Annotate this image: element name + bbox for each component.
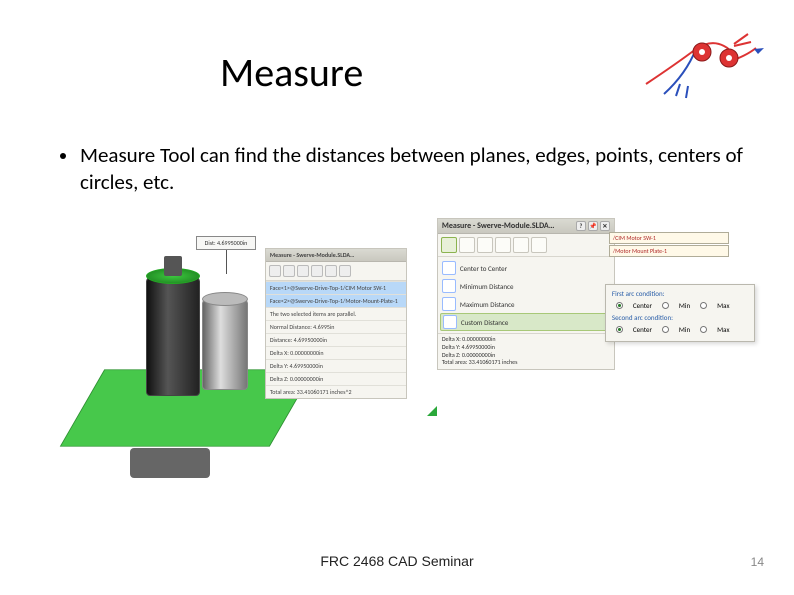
measure-panel-left: Measure - Swerve-Module.SLDA… Face<1>@Sw…: [265, 248, 407, 399]
bullet-text: Measure Tool can find the distances betw…: [80, 142, 744, 197]
close-icon[interactable]: ✕: [600, 221, 610, 231]
corner-mark-icon: [427, 406, 437, 416]
measure-panel-right: Measure - Swerve-Module.SLDA… ? 📌 ✕: [437, 218, 615, 370]
motor-1-cap: [164, 256, 182, 276]
distance-callout: Dist: 4.6995000in: [196, 236, 256, 250]
panel2-title-bar: Measure - Swerve-Module.SLDA… ? 📌 ✕: [438, 219, 614, 234]
radio-min-1[interactable]: [662, 302, 669, 309]
tool-icon[interactable]: [325, 265, 337, 277]
first-arc-radios: Center Min Max: [612, 300, 748, 313]
projected-button[interactable]: [495, 237, 511, 253]
second-arc-radios: Center Min Max: [612, 324, 748, 337]
radio-center-1[interactable]: [616, 302, 623, 309]
page-title: Measure: [220, 48, 363, 97]
menu-label: Minimum Distance: [460, 282, 514, 291]
panel-title-bar: Measure - Swerve-Module.SLDA…: [266, 249, 406, 262]
motor-2-top: [202, 292, 248, 306]
delta-z: Delta Z: 0.00000000in: [266, 372, 406, 385]
menu-maximum-distance[interactable]: Maximum Distance: [438, 295, 614, 313]
first-arc-heading: First arc condition:: [612, 289, 748, 298]
selection-fields: /CIM Motor SW-1 /Motor Mount Plate-1: [609, 232, 729, 258]
figure-left: Dist: 4.6995000in Measure - Swerve-Modul…: [70, 218, 407, 478]
bullet-dot-icon: [60, 153, 66, 159]
callout-leader: [226, 248, 227, 274]
selection-field-2[interactable]: /Motor Mount Plate-1: [609, 245, 729, 257]
tool-icon[interactable]: [283, 265, 295, 277]
normal-distance: Normal Distance: 4.6995in: [266, 320, 406, 333]
menu-custom-distance[interactable]: Custom Distance: [440, 313, 612, 331]
delta-readout: Delta X: 0.00000000in Delta Y: 4.6995000…: [438, 333, 614, 369]
bullet-item: Measure Tool can find the distances betw…: [60, 142, 744, 197]
radio-max-1[interactable]: [700, 302, 707, 309]
total-area: Total area: 33.41060171 inches^2: [266, 385, 406, 398]
sensor-button[interactable]: [531, 237, 547, 253]
motor-cylinder-1: [146, 276, 200, 396]
center-icon: [442, 261, 456, 275]
radio-min-2[interactable]: [662, 326, 669, 333]
team-logo: [636, 24, 766, 104]
selection-1[interactable]: Face<1>@Swerve-Drive-Top-1/CIM Motor SW-…: [266, 281, 406, 294]
radio-label: Center: [633, 301, 652, 310]
max-icon: [442, 297, 456, 311]
motor-cylinder-2: [202, 298, 248, 390]
tool-icon[interactable]: [339, 265, 351, 277]
second-arc-heading: Second arc condition:: [612, 313, 748, 322]
figure-row: Dist: 4.6995000in Measure - Swerve-Modul…: [70, 218, 744, 478]
total-area: Total area: 33.41060171 inches: [442, 359, 610, 367]
tool-icon[interactable]: [311, 265, 323, 277]
radio-center-2[interactable]: [616, 326, 623, 333]
selection-field-1[interactable]: /CIM Motor SW-1: [609, 232, 729, 244]
menu-label: Maximum Distance: [460, 300, 515, 309]
pin-icon[interactable]: 📌: [588, 221, 598, 231]
menu-minimum-distance[interactable]: Minimum Distance: [438, 277, 614, 295]
measure-mode-menu: Center to Center Minimum Distance Maximu…: [438, 257, 614, 333]
distance: Distance: 4.69950000in: [266, 333, 406, 346]
slide: Measure Measure Tool can find the distan…: [0, 0, 794, 595]
arc-mode-button[interactable]: [441, 237, 457, 253]
units-button[interactable]: [459, 237, 475, 253]
panel-toolbar: [266, 262, 406, 281]
min-icon: [442, 279, 456, 293]
history-button[interactable]: [513, 237, 529, 253]
panel2-title-text: Measure - Swerve-Module.SLDA…: [442, 221, 555, 231]
radio-label: Max: [717, 301, 729, 310]
tool-icon[interactable]: [297, 265, 309, 277]
tool-icon[interactable]: [269, 265, 281, 277]
figure-right: Measure - Swerve-Module.SLDA… ? 📌 ✕: [437, 218, 744, 408]
page-number: 14: [751, 555, 764, 569]
delta-x: Delta X: 0.00000000in: [266, 346, 406, 359]
footer-text: FRC 2468 CAD Seminar: [0, 553, 794, 569]
panel2-toolbar: [438, 234, 614, 257]
hub-part: [130, 448, 210, 478]
delta-y: Delta Y: 4.69950000in: [266, 359, 406, 372]
radio-label: Min: [679, 301, 690, 310]
menu-center-to-center[interactable]: Center to Center: [438, 259, 614, 277]
radio-label: Center: [633, 325, 652, 334]
note-text: The two selected items are parallel.: [266, 307, 406, 320]
menu-label: Custom Distance: [461, 318, 509, 327]
radio-label: Max: [717, 325, 729, 334]
menu-label: Center to Center: [460, 264, 507, 273]
selection-2[interactable]: Face<2>@Swerve-Drive-Top-1/Motor-Mount-P…: [266, 294, 406, 307]
arc-condition-flyout: First arc condition: Center Min Max Seco…: [605, 284, 755, 342]
radio-max-2[interactable]: [700, 326, 707, 333]
panel-title-text: Measure - Swerve-Module.SLDA…: [270, 251, 354, 259]
help-icon[interactable]: ?: [576, 221, 586, 231]
xyz-button[interactable]: [477, 237, 493, 253]
radio-label: Min: [679, 325, 690, 334]
custom-icon: [443, 315, 457, 329]
